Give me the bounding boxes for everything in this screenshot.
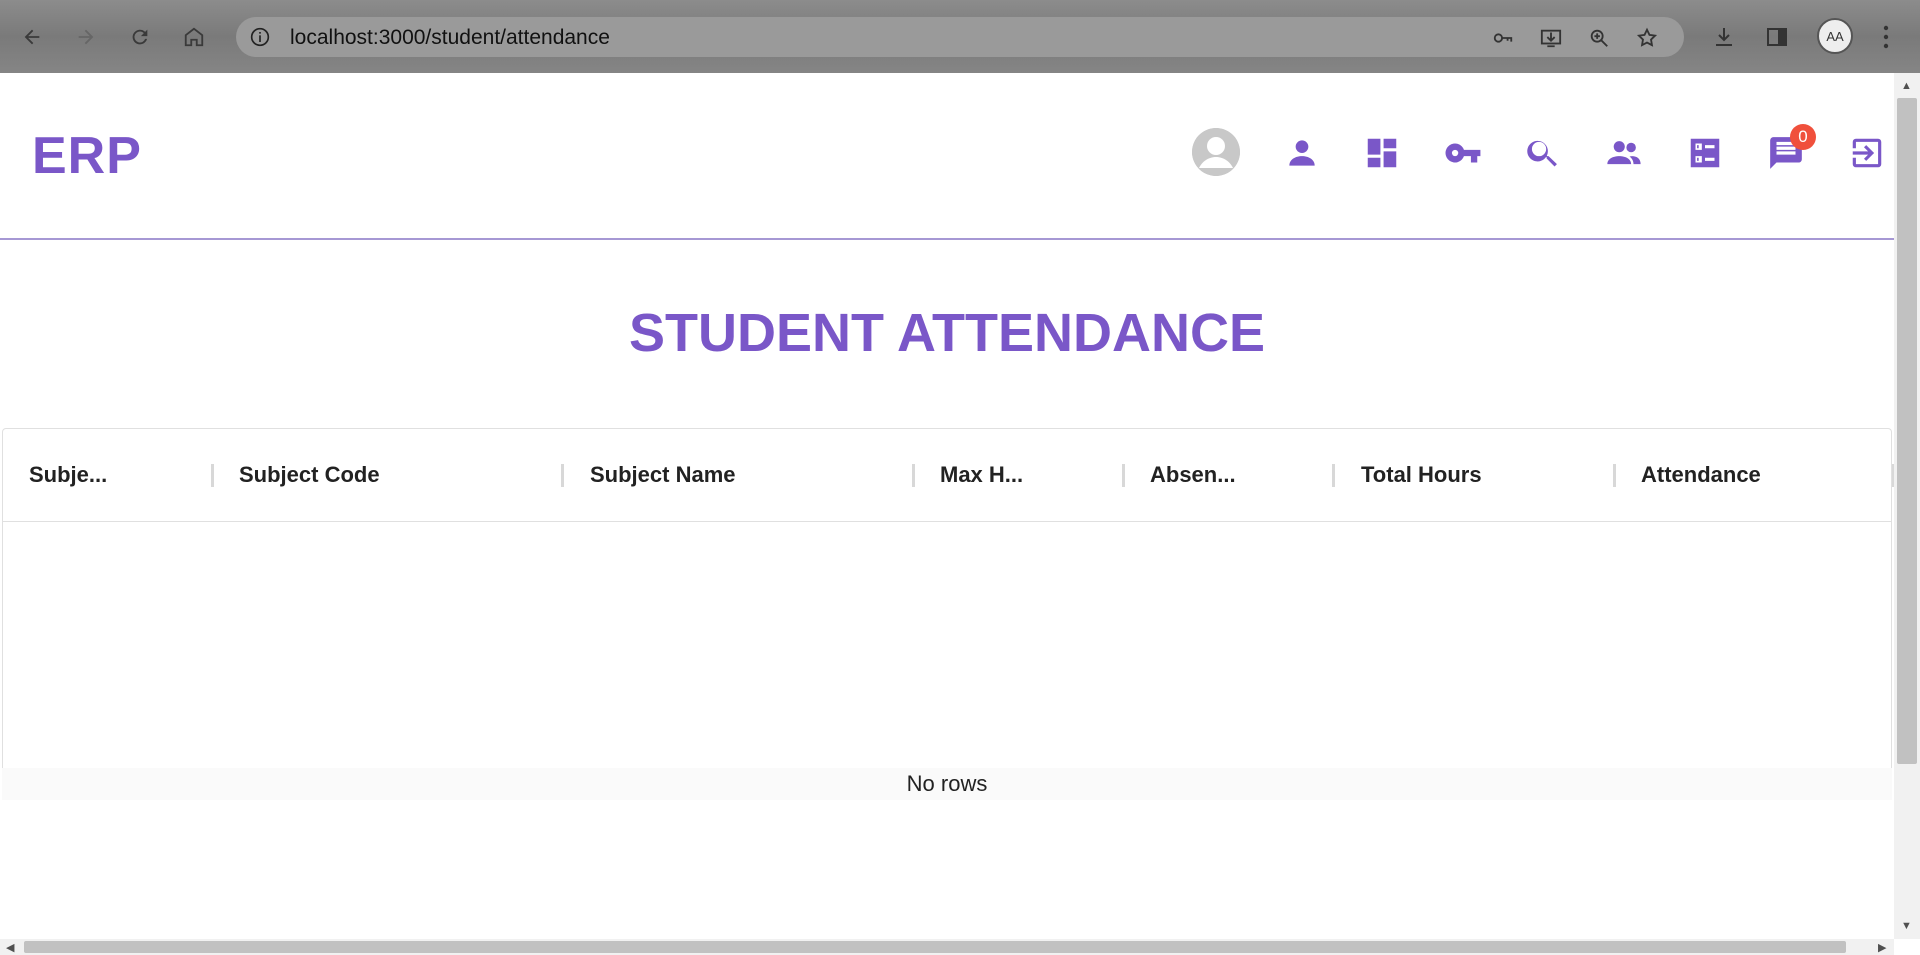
column-header-subject-code[interactable]: Subject Code	[239, 429, 559, 521]
column-header-max-hours[interactable]: Max H...	[940, 429, 1120, 521]
column-separator[interactable]	[211, 464, 214, 487]
reload-icon[interactable]	[125, 22, 155, 52]
address-bar[interactable]: localhost:3000/student/attendance	[236, 17, 1684, 57]
checklist-icon[interactable]	[1686, 134, 1724, 172]
scroll-down-arrow-icon[interactable]: ▼	[1901, 920, 1912, 932]
zoom-icon[interactable]	[1588, 27, 1610, 49]
horizontal-scroll-thumb[interactable]	[24, 941, 1846, 953]
key-icon[interactable]	[1444, 134, 1482, 172]
page-title: STUDENT ATTENDANCE	[629, 303, 1265, 363]
home-icon[interactable]	[179, 22, 209, 52]
dashboard-icon[interactable]	[1363, 134, 1401, 172]
password-key-icon[interactable]	[1492, 27, 1514, 49]
column-header-absent[interactable]: Absen...	[1150, 429, 1330, 521]
column-header-total-hours[interactable]: Total Hours	[1361, 429, 1611, 521]
scroll-up-arrow-icon[interactable]: ▲	[1901, 80, 1912, 92]
bookmark-star-icon[interactable]	[1636, 27, 1658, 49]
column-separator[interactable]	[1332, 464, 1335, 487]
menu-kebab-icon[interactable]	[1880, 24, 1892, 50]
header-divider	[0, 238, 1894, 240]
column-separator[interactable]	[561, 464, 564, 487]
url-text[interactable]: localhost:3000/student/attendance	[290, 26, 610, 50]
column-separator[interactable]	[1122, 464, 1125, 487]
search-icon[interactable]	[1524, 134, 1562, 172]
forward-icon[interactable]	[71, 22, 101, 52]
side-panel-icon[interactable]	[1765, 25, 1789, 49]
group-icon[interactable]	[1605, 134, 1643, 172]
attendance-table: Subje... Subject Code Subject Name Max H…	[2, 428, 1895, 798]
profile-person-icon[interactable]	[1283, 134, 1321, 172]
browser-toolbar: localhost:3000/student/attendance AA	[0, 0, 1920, 73]
column-header-subject-name[interactable]: Subject Name	[590, 429, 910, 521]
user-avatar[interactable]	[1192, 128, 1240, 176]
vertical-scroll-thumb[interactable]	[1897, 98, 1917, 764]
scroll-left-arrow-icon[interactable]: ◀	[6, 942, 14, 954]
empty-rows-message: No rows	[2, 768, 1892, 800]
install-app-icon[interactable]	[1540, 27, 1562, 49]
site-info-icon[interactable]	[250, 27, 270, 47]
logout-icon[interactable]	[1848, 134, 1886, 172]
column-header-subject[interactable]: Subje...	[29, 429, 209, 521]
table-header: Subje... Subject Code Subject Name Max H…	[3, 429, 1895, 522]
column-separator[interactable]	[1613, 464, 1616, 487]
downloads-icon[interactable]	[1712, 25, 1736, 49]
scroll-right-arrow-icon[interactable]: ▶	[1878, 942, 1886, 954]
back-icon[interactable]	[17, 22, 47, 52]
column-header-attendance[interactable]: Attendance	[1641, 429, 1881, 521]
app-logo[interactable]: ERP	[32, 126, 142, 186]
profile-avatar[interactable]: AA	[1817, 18, 1853, 54]
column-separator[interactable]	[912, 464, 915, 487]
notification-badge: 0	[1790, 124, 1816, 150]
